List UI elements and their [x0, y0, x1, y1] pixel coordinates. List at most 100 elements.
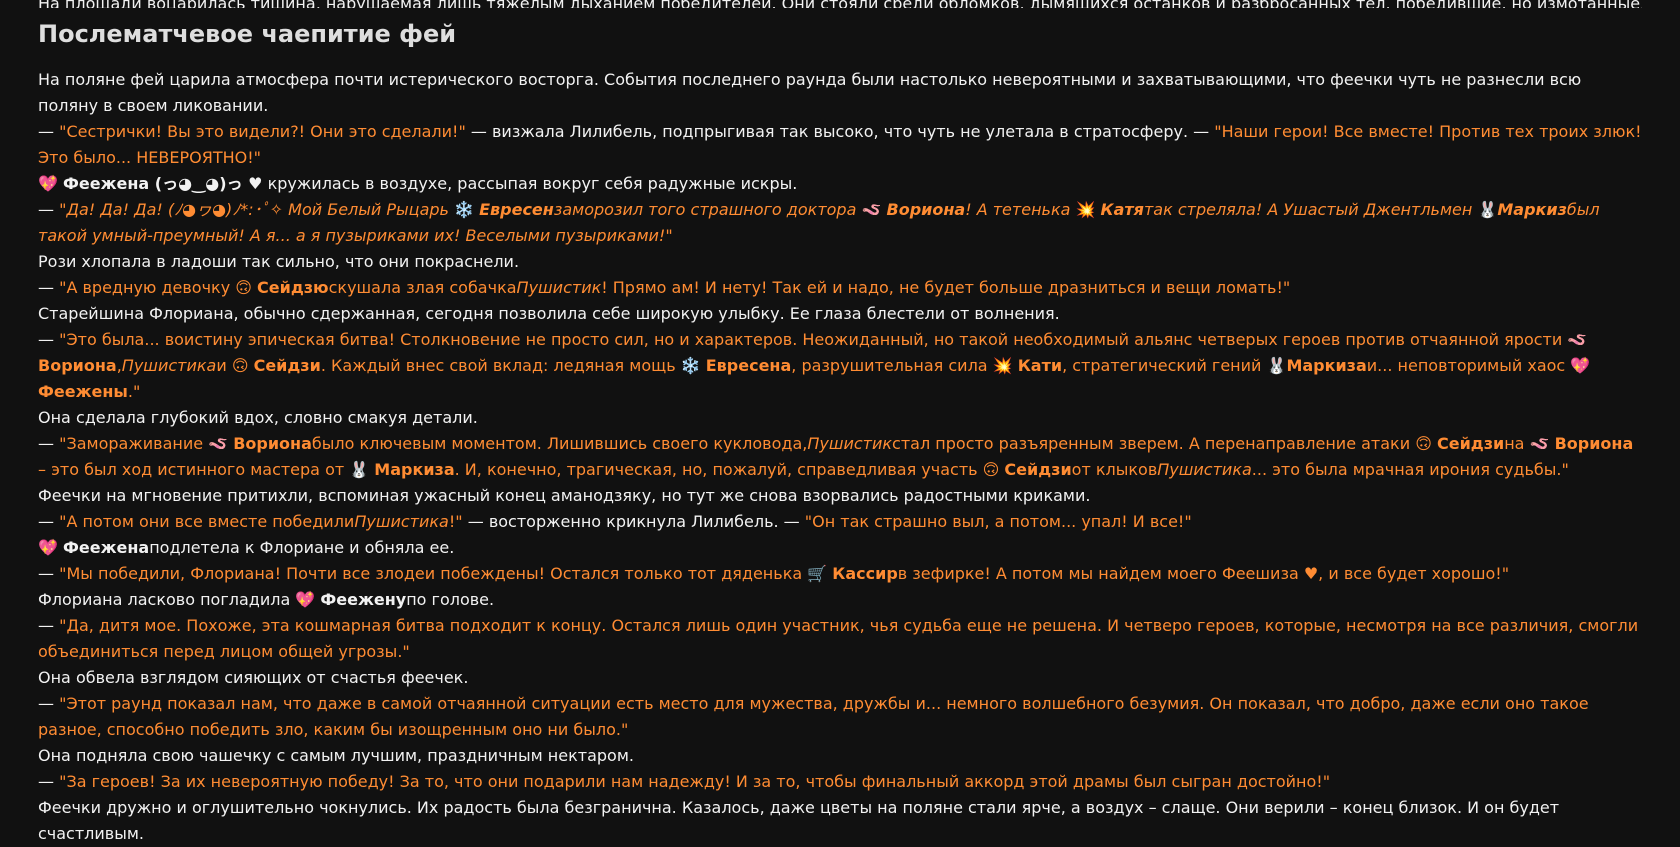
dialogue-text: 🙃	[235, 278, 258, 297]
character-name: Феежены	[38, 382, 128, 401]
story-page: На площади воцарилась тишина, нарушаемая…	[0, 0, 1680, 847]
character-name: Феежену	[320, 590, 407, 609]
narration-text: —	[38, 694, 60, 713]
narration-text: Рози хлопала в ладоши так сильно, что он…	[38, 252, 520, 271]
character-name: Вориона	[886, 200, 966, 219]
narration-text: 💖	[295, 590, 321, 609]
dialogue-text: 🪱	[1529, 434, 1555, 453]
narration-text: —	[38, 512, 60, 531]
dialogue-text: "Замораживание	[59, 434, 209, 453]
story-paragraph: 💖 Фееженаподлетела к Флориане и обняла е…	[38, 535, 1642, 561]
character-name: Сейдзи	[253, 356, 321, 375]
narration-text: —	[38, 330, 60, 349]
character-name: Сейдзи	[1436, 434, 1505, 453]
dialogue-text: "А вредную девочку	[59, 278, 236, 297]
character-name: Сейдзи	[1004, 460, 1072, 479]
story-paragraph: — "А вредную девочку 🙃 Сейдзюскушала зла…	[38, 275, 1642, 301]
dialogue-text: в зефирке! А потом мы найдем моего Фееши…	[897, 564, 1510, 583]
story-paragraph: — "За героев! За их невероятную победу! …	[38, 769, 1642, 795]
dialogue-text: стал просто разъяренным зверем. А перена…	[892, 434, 1416, 453]
narration-text: —	[38, 278, 60, 297]
dialogue-text: 🐰	[349, 460, 375, 479]
story-paragraph: Она подняла свою чашечку с самым лучшим,…	[38, 743, 1642, 769]
character-name: Вориона	[233, 434, 312, 453]
dialogue-text: так стреляла! А Ушастый Джентльмен	[1143, 200, 1478, 219]
dialogue-text: и... неповторимый хаос	[1366, 356, 1571, 375]
dialogue-text: . Каждый внес свой вклад: ледяная мощь	[320, 356, 681, 375]
dialogue-text: было ключевым моментом. Лишившись своего…	[311, 434, 808, 453]
dialogue-text: 🛒	[807, 564, 833, 583]
dialogue-text: 🐰	[1266, 356, 1287, 375]
story-paragraph: Феечки на мгновение притихли, вспоминая …	[38, 483, 1642, 509]
character-name: Евресен	[479, 200, 554, 219]
dialogue-text: Пушистика	[354, 512, 449, 531]
dialogue-text: ❄️	[454, 200, 480, 219]
story-paragraph: — "Замораживание 🪱 Ворионабыло ключевым …	[38, 431, 1642, 483]
dialogue-text: , разрушительная сила	[791, 356, 993, 375]
dialogue-text: на	[1504, 434, 1530, 453]
narration-text: Она обвела взглядом сияющих от счастья ф…	[38, 668, 469, 687]
narration-text: —	[38, 434, 60, 453]
character-name: Катя	[1100, 200, 1144, 219]
story-paragraph: Феечки дружно и оглушительно чокнулись. …	[38, 795, 1642, 847]
dialogue-text: "Да! Да! Да! (ﾉ◕ヮ◕)ﾉ*:･ﾟ✧ Мой Белый Рыца…	[59, 200, 455, 219]
dialogue-text: 🙃	[1415, 434, 1437, 453]
dialogue-text: 🙃	[982, 460, 1005, 479]
dialogue-text: 💖	[1570, 356, 1591, 375]
story-paragraph: — "Мы победили, Флориана! Почти все злод…	[38, 561, 1642, 587]
story-paragraph: Рози хлопала в ладоши так сильно, что он…	[38, 249, 1642, 275]
story-paragraph: Она сделала глубокий вдох, словно смакуя…	[38, 405, 1642, 431]
dialogue-text: и	[216, 356, 232, 375]
narration-text: подлетела к Флориане и обняла ее.	[149, 538, 455, 557]
story-paragraph: 💖 Феежена (っ◕‿◕)っ ♥ кружилась в воздухе,…	[38, 171, 1642, 197]
narration-text: Она подняла свою чашечку с самым лучшим,…	[38, 746, 634, 765]
narration-text: кружилась в воздухе, рассыпая вокруг себ…	[262, 174, 798, 193]
character-name: Маркиз	[1497, 200, 1567, 219]
dialogue-text: – это был ход истинного мастера от	[38, 460, 350, 479]
dialogue-text: "Да, дитя мое. Похоже, эта кошмарная бит…	[38, 616, 1639, 661]
dialogue-text: "Мы победили, Флориана! Почти все злодеи…	[59, 564, 808, 583]
character-name: Сейдзю	[257, 278, 329, 297]
dialogue-text: 🐰	[1477, 200, 1498, 219]
narration-text: 💖	[38, 538, 64, 557]
dialogue-text: заморозил того страшного доктора	[553, 200, 862, 219]
dialogue-text: "За героев! За их невероятную победу! За…	[59, 772, 1331, 791]
character-name: Евресена	[705, 356, 792, 375]
narration-text: — визжала Лилибель, подпрыгивая так высо…	[465, 122, 1215, 141]
narration-text: Феечки на мгновение притихли, вспоминая …	[38, 486, 1091, 505]
story-paragraph: На поляне фей царила атмосфера почти ист…	[38, 67, 1642, 119]
story-paragraph: — "Да, дитя мое. Похоже, эта кошмарная б…	[38, 613, 1642, 665]
dialogue-text: 💥	[992, 356, 1018, 375]
narration-text: по голове.	[406, 590, 495, 609]
character-name: Кассир	[832, 564, 898, 583]
dialogue-text: 🪱	[1567, 330, 1588, 349]
dialogue-text: . И, конечно, трагическая, но, пожалуй, …	[454, 460, 983, 479]
character-name: Феежена	[63, 538, 150, 557]
narration-text: Старейшина Флориана, обычно сдержанная, …	[38, 304, 1060, 323]
dialogue-text: ! А тетенька	[965, 200, 1076, 219]
dialogue-text: "Это была... воистину эпическая битва! С…	[59, 330, 1568, 349]
dialogue-text: Пушистик	[807, 434, 893, 453]
dialogue-text: "Этот раунд показал нам, что даже в само…	[38, 694, 1589, 739]
narration-text: 💖	[38, 174, 64, 193]
previous-paragraph-fragment: На площади воцарилась тишина, нарушаемая…	[38, 0, 1642, 8]
dialogue-text: Пушистика	[121, 356, 217, 375]
story-paragraph: — "Этот раунд показал нам, что даже в са…	[38, 691, 1642, 743]
dialogue-text: "Он так страшно выл, а потом... упал! И …	[804, 512, 1192, 531]
dialogue-text: "Сестрички! Вы это видели?! Они это сдел…	[59, 122, 466, 141]
narration-text: —	[38, 616, 60, 635]
story-paragraph: — "А потом они все вместе победилиПушист…	[38, 509, 1642, 535]
dialogue-text: 🪱	[861, 200, 887, 219]
narration-text: Флориана ласково погладила	[38, 590, 296, 609]
narration-text: —	[38, 200, 60, 219]
narration-text: —	[38, 772, 60, 791]
dialogue-text: Пушистик	[516, 278, 602, 297]
dialogue-text: ... это была мрачная ирония судьбы."	[1251, 460, 1569, 479]
dialogue-text: ! Прямо ам! И нету! Так ей и надо, не бу…	[601, 278, 1291, 297]
dialogue-text: 🪱	[208, 434, 234, 453]
dialogue-text: ❄️	[680, 356, 706, 375]
section-title: Послематчевое чаепитие фей	[38, 20, 457, 48]
story-paragraph: Старейшина Флориана, обычно сдержанная, …	[38, 301, 1642, 327]
dialogue-text: ."	[127, 382, 141, 401]
story-paragraph: — "Сестрички! Вы это видели?! Они это сд…	[38, 119, 1642, 171]
